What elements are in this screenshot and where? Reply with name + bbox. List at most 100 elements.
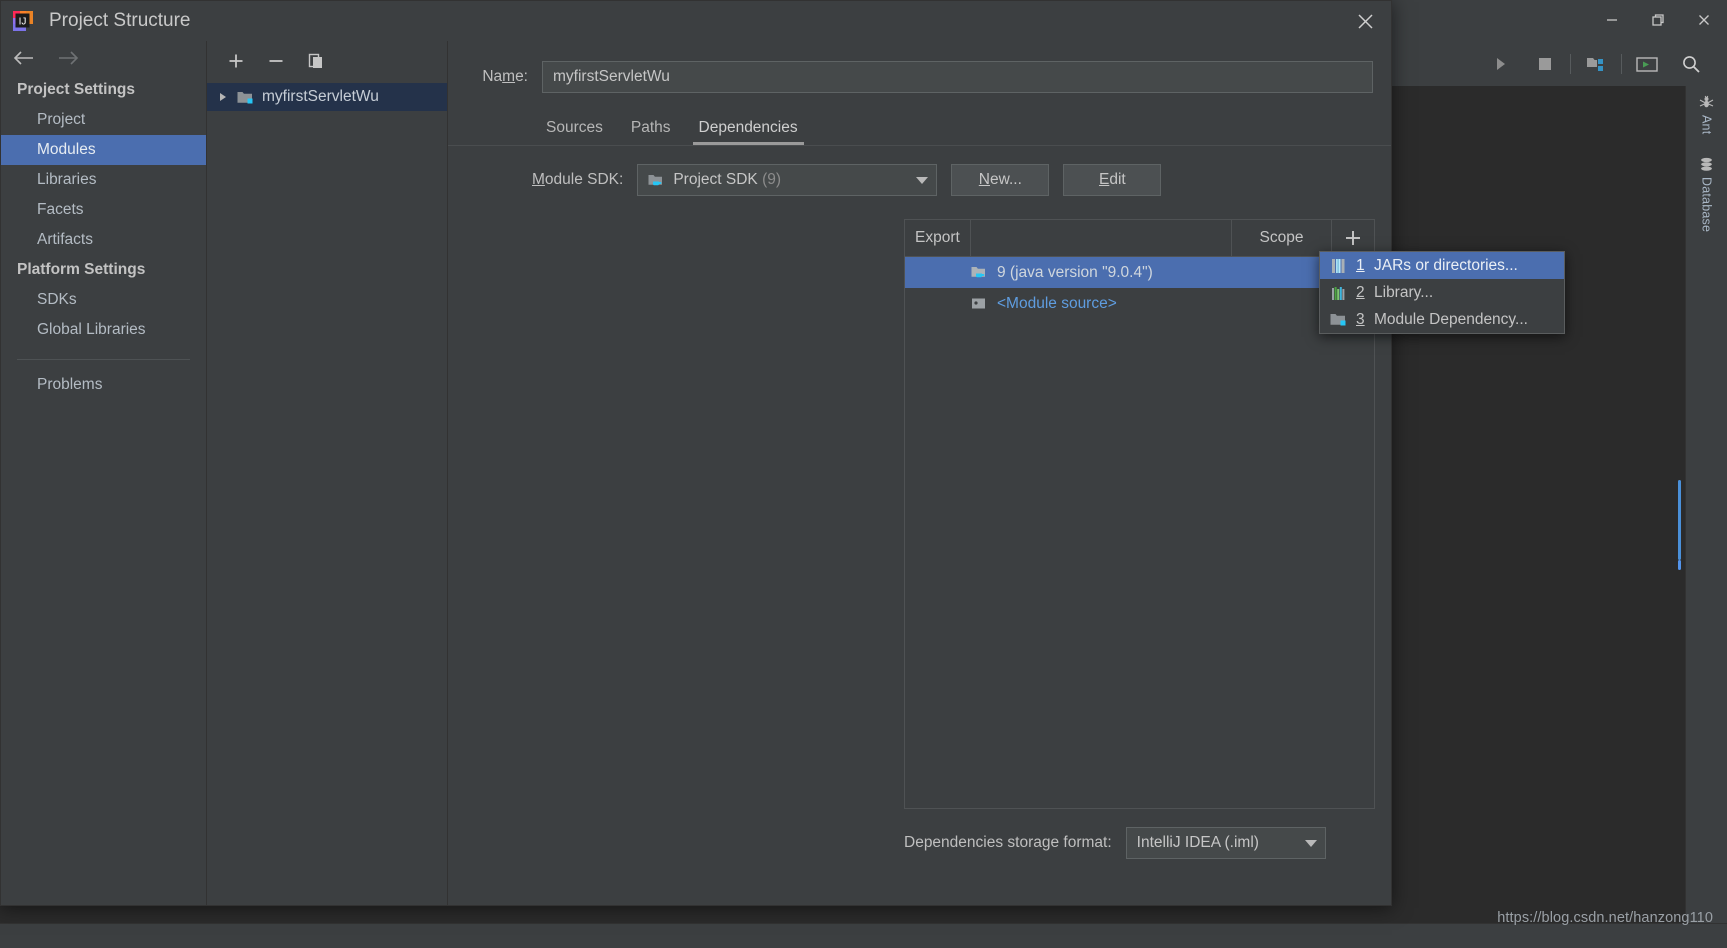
search-icon[interactable] [1669, 42, 1713, 86]
table-cell-name: 9 (java version "9.0.4") [997, 263, 1153, 281]
toolbar-separator [1621, 54, 1622, 74]
module-icon [237, 90, 254, 105]
tab-sources[interactable]: Sources [532, 119, 617, 145]
tab-dependencies[interactable]: Dependencies [685, 119, 812, 145]
menu-item-library[interactable]: 2 Library... [1320, 279, 1564, 306]
jar-icon [1330, 257, 1347, 274]
plus-icon[interactable] [225, 50, 247, 72]
tool-button-database[interactable]: Database [1686, 156, 1727, 233]
ide-toolbar [1427, 42, 1727, 86]
ide-window-controls [1467, 0, 1727, 40]
run-arrow-icon[interactable] [1479, 42, 1523, 86]
menu-item-number: 2 [1356, 283, 1365, 301]
arrow-left-icon[interactable] [13, 50, 35, 66]
toolbar-separator [1570, 54, 1571, 74]
storage-format-value: IntelliJ IDEA (.iml) [1136, 834, 1259, 851]
dialog-close-icon[interactable] [1339, 1, 1391, 41]
menu-item-jars-or-directories[interactable]: 1 JARs or directories... [1320, 252, 1564, 279]
sidebar-item-global-libraries[interactable]: Global Libraries [1, 315, 206, 345]
chevron-down-icon[interactable] [916, 176, 929, 184]
module-tree-rows: myfirstServletWu [207, 83, 447, 111]
minimize-icon[interactable] [1589, 0, 1635, 40]
tree-row-label: myfirstServletWu [262, 88, 379, 105]
ant-icon [1698, 94, 1715, 111]
module-source-icon [971, 296, 988, 311]
module-sdk-value: Project SDK (9) [673, 171, 782, 188]
watermark-text: https://blog.csdn.net/hanzong110 [1497, 910, 1713, 926]
menu-item-label: Library... [1374, 283, 1434, 301]
nav-group-project-settings: Project Settings [17, 81, 135, 98]
table-row[interactable]: 9 (java version "9.0.4") [905, 257, 1374, 288]
ide-status-bar [0, 923, 1727, 948]
storage-format-row: Dependencies storage format: IntelliJ ID… [904, 827, 1326, 859]
dialog-titlebar: IJ Project Structure [1, 1, 1391, 41]
database-icon [1698, 156, 1715, 173]
dependencies-table-wrap: Export Scope 9 (java version "9.0.4") <M… [904, 219, 1383, 809]
dialog-body: Project Settings Project Modules Librari… [1, 41, 1391, 905]
library-icon [1330, 284, 1347, 301]
storage-format-select[interactable]: IntelliJ IDEA (.iml) [1125, 827, 1326, 859]
sidebar-item-libraries[interactable]: Libraries [1, 165, 206, 195]
column-header-export[interactable]: Export [905, 220, 971, 256]
project-structure-icon[interactable] [1574, 42, 1618, 86]
java-sdk-icon [648, 173, 665, 188]
module-icon [1330, 311, 1347, 328]
run-configuration-icon[interactable] [1625, 42, 1669, 86]
menu-item-number: 1 [1356, 256, 1365, 274]
nav-group-platform-settings: Platform Settings [17, 261, 146, 278]
sidebar-item-artifacts[interactable]: Artifacts [1, 225, 206, 255]
column-header-scope[interactable]: Scope [1232, 220, 1332, 256]
storage-format-label: Dependencies storage format: [904, 834, 1112, 851]
sidebar-item-sdks[interactable]: SDKs [1, 285, 206, 315]
svg-text:IJ: IJ [19, 17, 27, 28]
module-sdk-row: Module SDK: Project SDK (9) New... Edit [448, 146, 1391, 196]
module-tree-panel: myfirstServletWu [207, 41, 448, 905]
java-sdk-icon [971, 265, 988, 280]
sidebar-item-facets[interactable]: Facets [1, 195, 206, 225]
tool-button-ant[interactable]: Ant [1686, 94, 1727, 134]
nav-divider [17, 359, 190, 360]
nav-history-controls [1, 41, 206, 75]
menu-item-label: Module Dependency... [1374, 310, 1528, 328]
tree-row-module[interactable]: myfirstServletWu [207, 83, 447, 111]
sidebar-item-problems[interactable]: Problems [1, 370, 206, 400]
module-tabs: Sources Paths Dependencies [448, 111, 1391, 145]
close-icon[interactable] [1681, 0, 1727, 40]
intellij-idea-logo-icon: IJ [11, 9, 35, 33]
table-cell-name: <Module source> [997, 294, 1117, 312]
restore-icon[interactable] [1635, 0, 1681, 40]
tool-button-database-label: Database [1699, 177, 1714, 233]
module-sdk-select[interactable]: Project SDK (9) [637, 164, 938, 196]
menu-item-label: JARs or directories... [1374, 256, 1518, 274]
sidebar-item-project[interactable]: Project [1, 105, 206, 135]
editor-scroll-marker[interactable] [1678, 480, 1681, 560]
column-header-name[interactable] [971, 220, 1232, 256]
table-row[interactable]: <Module source> [905, 288, 1374, 319]
project-structure-dialog: IJ Project Structure Project Settings Pr… [0, 0, 1392, 906]
sidebar-item-modules[interactable]: Modules [1, 135, 206, 165]
menu-item-module-dependency[interactable]: 3 Module Dependency... [1320, 306, 1564, 333]
module-sdk-label: Module SDK: [532, 171, 624, 188]
module-tree-toolbar [207, 41, 447, 81]
add-dependency-menu: 1 JARs or directories... 2 Library... 3 … [1319, 251, 1565, 334]
settings-nav: Project Settings Project Modules Librari… [1, 41, 207, 905]
tool-button-ant-label: Ant [1699, 115, 1714, 135]
module-editor-panel: Name: myfirstServletWu Sources Paths Dep… [448, 41, 1391, 905]
editor-scroll-marker-secondary[interactable] [1678, 560, 1681, 570]
menu-item-number: 3 [1356, 310, 1365, 328]
chevron-down-icon[interactable] [1304, 839, 1317, 847]
ide-right-toolwindow-bar: Ant Database [1685, 86, 1727, 924]
triangle-right-icon[interactable] [217, 91, 229, 103]
dependencies-table: Export Scope 9 (java version "9.0.4") <M… [904, 219, 1375, 809]
module-name-input[interactable]: myfirstServletWu [542, 61, 1373, 93]
module-name-row: Name: myfirstServletWu [448, 41, 1391, 93]
copy-icon[interactable] [305, 50, 327, 72]
module-name-label: Name: [482, 68, 528, 85]
minus-icon[interactable] [265, 50, 287, 72]
dependencies-table-header: Export Scope [905, 220, 1374, 257]
arrow-right-icon[interactable] [57, 50, 79, 66]
tab-paths[interactable]: Paths [617, 119, 685, 145]
edit-sdk-button[interactable]: Edit [1063, 164, 1162, 196]
new-sdk-button[interactable]: New... [951, 164, 1050, 196]
stop-icon[interactable] [1523, 42, 1567, 86]
